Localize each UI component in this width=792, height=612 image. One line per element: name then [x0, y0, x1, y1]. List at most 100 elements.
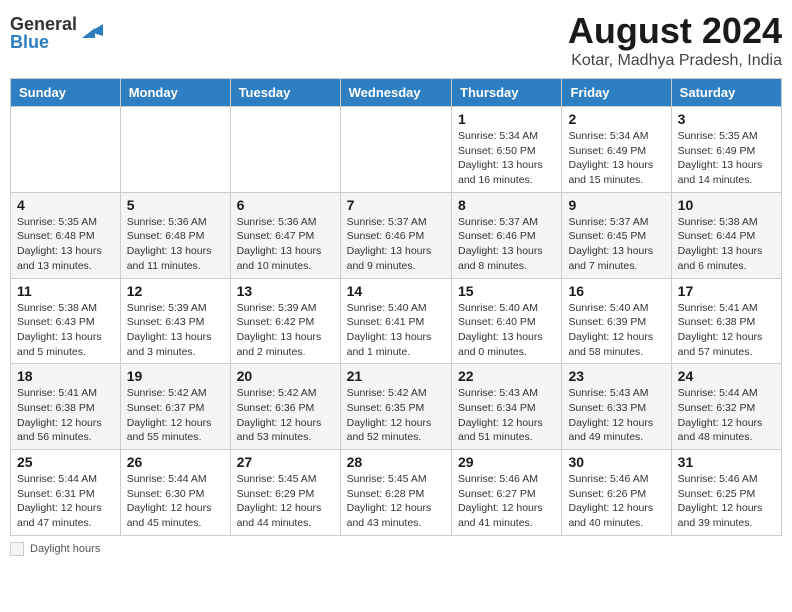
- day-info: Sunrise: 5:37 AM Sunset: 6:46 PM Dayligh…: [458, 215, 555, 274]
- day-number: 5: [127, 197, 224, 213]
- month-title: August 2024: [568, 10, 782, 52]
- calendar-cell: 21 Sunrise: 5:42 AM Sunset: 6:35 PM Dayli…: [340, 364, 451, 450]
- day-info: Sunrise: 5:44 AM Sunset: 6:32 PM Dayligh…: [678, 386, 775, 445]
- week-row-4: 18Sunrise: 5:41 AM Sunset: 6:38 PM Dayli…: [11, 364, 782, 450]
- day-info: Sunrise: 5:40 AM Sunset: 6:40 PM Dayligh…: [458, 301, 555, 360]
- day-number: 3: [678, 111, 775, 127]
- calendar-cell: 30 Sunrise: 5:46 AM Sunset: 6:26 PM Dayli…: [562, 450, 671, 536]
- calendar-cell: 11Sunrise: 5:38 AM Sunset: 6:43 PM Dayli…: [11, 278, 121, 364]
- day-info: Sunrise: 5:42 AM Sunset: 6:37 PM Dayligh…: [127, 386, 224, 445]
- calendar-cell: 31Sunrise: 5:46 AM Sunset: 6:25 PM Dayli…: [671, 450, 781, 536]
- day-info: Sunrise: 5:45 AM Sunset: 6:29 PM Dayligh…: [237, 472, 334, 531]
- calendar-cell: 24 Sunrise: 5:44 AM Sunset: 6:32 PM Dayli…: [671, 364, 781, 450]
- calendar-table: SundayMondayTuesdayWednesdayThursdayFrid…: [10, 78, 782, 536]
- day-number: 24: [678, 368, 775, 384]
- calendar-cell: 18Sunrise: 5:41 AM Sunset: 6:38 PM Dayli…: [11, 364, 121, 450]
- day-info: Sunrise: 5:38 AM Sunset: 6:43 PM Dayligh…: [17, 301, 114, 360]
- day-number: 29: [458, 454, 555, 470]
- calendar-cell: 26 Sunrise: 5:44 AM Sunset: 6:30 PM Dayli…: [120, 450, 230, 536]
- calendar-cell: 29 Sunrise: 5:46 AM Sunset: 6:27 PM Dayli…: [452, 450, 562, 536]
- calendar-cell: [340, 107, 451, 193]
- day-number: 28: [347, 454, 445, 470]
- weekday-header-monday: Monday: [120, 79, 230, 107]
- calendar-cell: 6 Sunrise: 5:36 AM Sunset: 6:47 PM Daylig…: [230, 192, 340, 278]
- calendar-cell: 22 Sunrise: 5:43 AM Sunset: 6:34 PM Dayli…: [452, 364, 562, 450]
- location-title: Kotar, Madhya Pradesh, India: [568, 52, 782, 70]
- day-info: Sunrise: 5:46 AM Sunset: 6:27 PM Dayligh…: [458, 472, 555, 531]
- day-info: Sunrise: 5:37 AM Sunset: 6:45 PM Dayligh…: [568, 215, 664, 274]
- week-row-3: 11Sunrise: 5:38 AM Sunset: 6:43 PM Dayli…: [11, 278, 782, 364]
- calendar-cell: 25 Sunrise: 5:44 AM Sunset: 6:31 PM Dayli…: [11, 450, 121, 536]
- daylight-label: Daylight hours: [30, 543, 100, 555]
- day-info: Sunrise: 5:45 AM Sunset: 6:28 PM Dayligh…: [347, 472, 445, 531]
- calendar-cell: [120, 107, 230, 193]
- calendar-cell: 27 Sunrise: 5:45 AM Sunset: 6:29 PM Dayli…: [230, 450, 340, 536]
- day-info: Sunrise: 5:41 AM Sunset: 6:38 PM Dayligh…: [678, 301, 775, 360]
- day-info: Sunrise: 5:36 AM Sunset: 6:47 PM Dayligh…: [237, 215, 334, 274]
- calendar-cell: 23Sunrise: 5:43 AM Sunset: 6:33 PM Dayli…: [562, 364, 671, 450]
- day-info: Sunrise: 5:44 AM Sunset: 6:30 PM Dayligh…: [127, 472, 224, 531]
- day-info: Sunrise: 5:46 AM Sunset: 6:26 PM Dayligh…: [568, 472, 664, 531]
- day-number: 13: [237, 283, 334, 299]
- week-row-1: 1Sunrise: 5:34 AM Sunset: 6:50 PM Daylig…: [11, 107, 782, 193]
- svg-text:General: General: [10, 14, 77, 34]
- day-number: 25: [17, 454, 114, 470]
- day-info: Sunrise: 5:43 AM Sunset: 6:34 PM Dayligh…: [458, 386, 555, 445]
- calendar-cell: 13 Sunrise: 5:39 AM Sunset: 6:42 PM Dayli…: [230, 278, 340, 364]
- calendar-cell: 7Sunrise: 5:37 AM Sunset: 6:46 PM Daylig…: [340, 192, 451, 278]
- calendar-cell: 16Sunrise: 5:40 AM Sunset: 6:39 PM Dayli…: [562, 278, 671, 364]
- day-number: 30: [568, 454, 664, 470]
- calendar-cell: 8Sunrise: 5:37 AM Sunset: 6:46 PM Daylig…: [452, 192, 562, 278]
- weekday-header-friday: Friday: [562, 79, 671, 107]
- day-info: Sunrise: 5:34 AM Sunset: 6:50 PM Dayligh…: [458, 129, 555, 188]
- day-info: Sunrise: 5:39 AM Sunset: 6:42 PM Dayligh…: [237, 301, 334, 360]
- calendar-cell: 1Sunrise: 5:34 AM Sunset: 6:50 PM Daylig…: [452, 107, 562, 193]
- week-row-5: 25 Sunrise: 5:44 AM Sunset: 6:31 PM Dayli…: [11, 450, 782, 536]
- day-number: 27: [237, 454, 334, 470]
- day-info: Sunrise: 5:39 AM Sunset: 6:43 PM Dayligh…: [127, 301, 224, 360]
- weekday-header-thursday: Thursday: [452, 79, 562, 107]
- day-info: Sunrise: 5:38 AM Sunset: 6:44 PM Dayligh…: [678, 215, 775, 274]
- day-number: 9: [568, 197, 664, 213]
- calendar-cell: 14Sunrise: 5:40 AM Sunset: 6:41 PM Dayli…: [340, 278, 451, 364]
- day-info: Sunrise: 5:37 AM Sunset: 6:46 PM Dayligh…: [347, 215, 445, 274]
- weekday-header-wednesday: Wednesday: [340, 79, 451, 107]
- day-number: 23: [568, 368, 664, 384]
- weekday-header-row: SundayMondayTuesdayWednesdayThursdayFrid…: [11, 79, 782, 107]
- calendar-cell: 20Sunrise: 5:42 AM Sunset: 6:36 PM Dayli…: [230, 364, 340, 450]
- calendar-cell: 15 Sunrise: 5:40 AM Sunset: 6:40 PM Dayli…: [452, 278, 562, 364]
- calendar-cell: 10 Sunrise: 5:38 AM Sunset: 6:44 PM Dayli…: [671, 192, 781, 278]
- day-info: Sunrise: 5:42 AM Sunset: 6:35 PM Dayligh…: [347, 386, 445, 445]
- day-number: 26: [127, 454, 224, 470]
- calendar-cell: 5 Sunrise: 5:36 AM Sunset: 6:48 PM Daylig…: [120, 192, 230, 278]
- weekday-header-saturday: Saturday: [671, 79, 781, 107]
- header: General Blue August 2024 Kotar, Madhya P…: [10, 10, 782, 70]
- daylight-box-icon: [10, 542, 24, 556]
- day-number: 6: [237, 197, 334, 213]
- day-info: Sunrise: 5:40 AM Sunset: 6:39 PM Dayligh…: [568, 301, 664, 360]
- day-number: 4: [17, 197, 114, 213]
- day-info: Sunrise: 5:44 AM Sunset: 6:31 PM Dayligh…: [17, 472, 114, 531]
- day-info: Sunrise: 5:36 AM Sunset: 6:48 PM Dayligh…: [127, 215, 224, 274]
- day-number: 15: [458, 283, 555, 299]
- calendar-cell: 2Sunrise: 5:34 AM Sunset: 6:49 PM Daylig…: [562, 107, 671, 193]
- calendar-cell: 3Sunrise: 5:35 AM Sunset: 6:49 PM Daylig…: [671, 107, 781, 193]
- day-info: Sunrise: 5:42 AM Sunset: 6:36 PM Dayligh…: [237, 386, 334, 445]
- calendar-cell: 4 Sunrise: 5:35 AM Sunset: 6:48 PM Daylig…: [11, 192, 121, 278]
- day-info: Sunrise: 5:34 AM Sunset: 6:49 PM Dayligh…: [568, 129, 664, 188]
- day-number: 21: [347, 368, 445, 384]
- footer-note: Daylight hours: [10, 542, 782, 556]
- day-number: 22: [458, 368, 555, 384]
- day-number: 18: [17, 368, 114, 384]
- weekday-header-sunday: Sunday: [11, 79, 121, 107]
- day-number: 17: [678, 283, 775, 299]
- calendar-cell: 19 Sunrise: 5:42 AM Sunset: 6:37 PM Dayli…: [120, 364, 230, 450]
- calendar-cell: 9 Sunrise: 5:37 AM Sunset: 6:45 PM Daylig…: [562, 192, 671, 278]
- week-row-2: 4 Sunrise: 5:35 AM Sunset: 6:48 PM Daylig…: [11, 192, 782, 278]
- day-info: Sunrise: 5:35 AM Sunset: 6:48 PM Dayligh…: [17, 215, 114, 274]
- calendar-cell: 28 Sunrise: 5:45 AM Sunset: 6:28 PM Dayli…: [340, 450, 451, 536]
- day-number: 19: [127, 368, 224, 384]
- calendar-cell: 17 Sunrise: 5:41 AM Sunset: 6:38 PM Dayli…: [671, 278, 781, 364]
- calendar-cell: [11, 107, 121, 193]
- day-number: 10: [678, 197, 775, 213]
